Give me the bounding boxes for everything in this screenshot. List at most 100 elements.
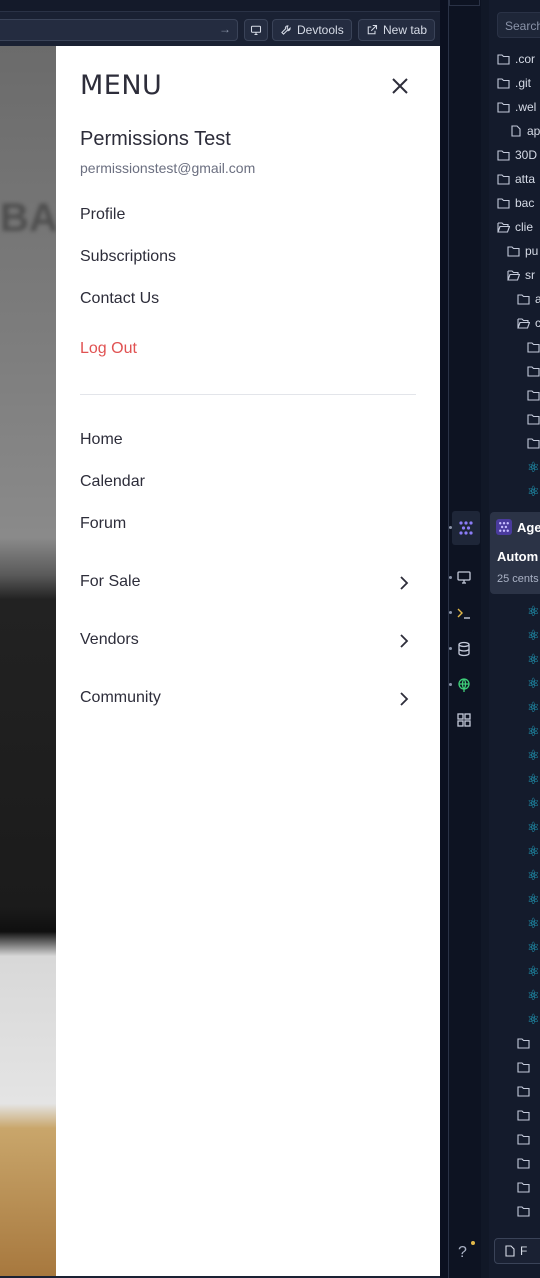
menu-item-contact-us[interactable]: Contact Us [80,290,159,308]
tree-item[interactable]: c [517,314,540,332]
tree-item[interactable]: a [517,290,540,308]
chevron-right-icon[interactable] [398,633,410,649]
react-file-icon[interactable]: ⚛ [527,794,540,812]
help-button[interactable]: ? [458,1244,467,1262]
tree-item[interactable]: bac [497,194,534,212]
tree-item-label: .wel [515,100,537,114]
folder-icon[interactable] [517,1178,530,1196]
folder-icon[interactable] [527,338,540,356]
logout-button[interactable]: Log Out [80,340,137,358]
deploy-tool-button[interactable] [454,675,474,695]
tree-item-label: .git [515,76,532,90]
file-tab-label: F [520,1244,528,1258]
tree-item[interactable]: sr [507,266,535,284]
react-file-icon[interactable]: ⚛ [527,962,540,980]
react-file-icon[interactable]: ⚛ [527,986,540,1004]
tree-item-label: ap [527,124,540,138]
react-file-icon[interactable]: ⚛ [527,746,540,764]
preview-tool-button[interactable] [454,567,474,587]
url-input[interactable]: → [0,19,238,41]
menu-item-for-sale[interactable]: For Sale [80,573,140,591]
folder-icon [507,269,520,281]
folder-icon[interactable] [527,410,540,428]
react-file-icon[interactable]: ⚛ [527,458,540,476]
folder-icon[interactable] [517,1154,530,1172]
file-icon [509,125,522,137]
user-email: permissionstest@gmail.com [80,160,256,176]
new-tab-button[interactable]: New tab [358,19,436,41]
agent-popup[interactable]: Age Autom 25 cents [490,512,540,594]
folder-icon[interactable] [517,1034,530,1052]
menu-item-forum[interactable]: Forum [80,515,126,533]
folder-icon[interactable] [517,1130,530,1148]
menu-item-community[interactable]: Community [80,689,161,707]
search-input[interactable]: Search [497,12,540,38]
pane-resizer[interactable] [440,0,448,1278]
tree-item[interactable]: .git [497,74,531,92]
screen: → Devtools New tab BA MENU Permissions T… [0,0,540,1278]
tree-item[interactable]: .cor [497,50,535,68]
react-file-icon[interactable]: ⚛ [527,722,540,740]
folder-icon[interactable] [527,434,540,452]
folder-icon [517,293,530,305]
react-file-icon[interactable]: ⚛ [527,674,540,692]
file-explorer: Search .cor .git .wel ap 30D atta bac clie pu sr a… [489,0,540,1278]
activity-bar-top [449,0,480,6]
monitor-icon [457,571,471,584]
folder-icon[interactable] [517,1202,530,1220]
chevron-right-icon[interactable] [398,575,410,591]
file-tab-button[interactable]: F [494,1238,540,1264]
react-file-icon[interactable]: ⚛ [527,770,540,788]
tree-item[interactable]: atta [497,170,535,188]
react-file-icon[interactable]: ⚛ [527,866,540,884]
folder-icon[interactable] [517,1106,530,1124]
folder-icon [497,101,510,113]
folder-icon [497,53,510,65]
react-file-icon[interactable]: ⚛ [527,626,540,644]
chevron-right-icon[interactable] [398,691,410,707]
folder-icon [497,77,510,89]
react-file-icon[interactable]: ⚛ [527,914,540,932]
menu-item-calendar[interactable]: Calendar [80,473,145,491]
react-file-icon[interactable]: ⚛ [527,818,540,836]
device-preview-button[interactable] [244,19,268,41]
react-file-icon[interactable]: ⚛ [527,650,540,668]
shell-tool-button[interactable] [454,603,474,623]
status-dot [449,611,452,614]
agent-icon [459,521,473,535]
tree-item-label: .cor [515,52,536,66]
browser-pane: → Devtools New tab BA MENU Permissions T… [0,0,440,1278]
tree-item[interactable]: ap [509,122,540,140]
folder-icon[interactable] [517,1082,530,1100]
tree-item[interactable]: clie [497,218,533,236]
tree-item-label: 30D [515,148,538,162]
folder-icon[interactable] [527,386,540,404]
react-file-icon[interactable]: ⚛ [527,938,540,956]
go-arrow-icon[interactable]: → [219,22,231,36]
menu-item-home[interactable]: Home [80,431,123,449]
agent-task-title: Autom [497,549,539,564]
file-icon [505,1245,515,1257]
react-file-icon[interactable]: ⚛ [527,698,540,716]
menu-item-subscriptions[interactable]: Subscriptions [80,248,176,266]
all-tools-button[interactable] [454,710,474,730]
react-file-icon[interactable]: ⚛ [527,890,540,908]
close-icon[interactable] [390,76,410,96]
react-file-icon[interactable]: ⚛ [527,1010,540,1028]
status-dot [449,683,452,686]
react-file-icon[interactable]: ⚛ [527,602,540,620]
tree-item[interactable]: 30D [497,146,537,164]
tree-item[interactable]: pu [507,242,538,260]
devtools-button[interactable]: Devtools [272,19,352,41]
menu-item-profile[interactable]: Profile [80,206,125,224]
ide-pane: ? Search .cor .git .wel ap 30D atta bac clie pu s… [449,0,540,1278]
react-file-icon[interactable]: ⚛ [527,482,540,500]
database-tool-button[interactable] [454,639,474,659]
react-file-icon[interactable]: ⚛ [527,842,540,860]
folder-icon[interactable] [527,362,540,380]
background-heading: BA [0,196,58,240]
agent-tool-button[interactable] [452,511,480,545]
tree-item[interactable]: .wel [497,98,536,116]
folder-icon[interactable] [517,1058,530,1076]
menu-item-vendors[interactable]: Vendors [80,631,139,649]
